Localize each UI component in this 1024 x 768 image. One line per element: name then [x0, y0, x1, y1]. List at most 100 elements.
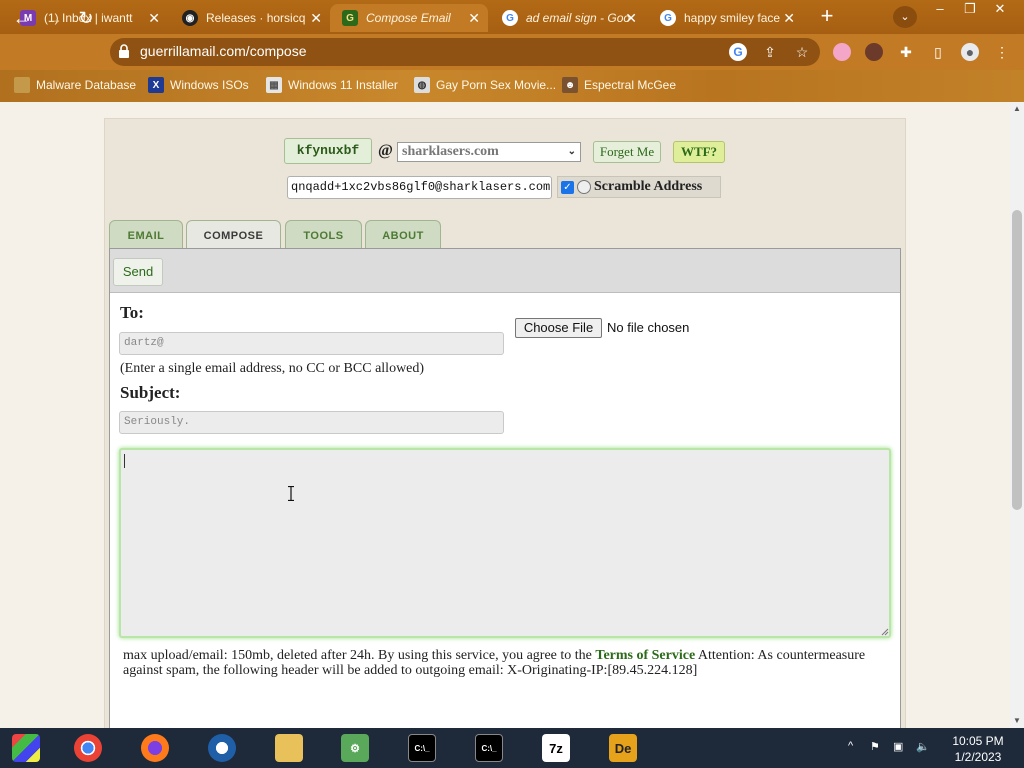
send-toolbar	[110, 249, 900, 293]
reload-icon[interactable]: ↻	[74, 7, 98, 29]
scramble-checkbox[interactable]: ✓	[561, 180, 574, 194]
windows-logo-icon	[12, 734, 40, 762]
network-users-icon: ⚙	[341, 734, 369, 762]
chrome-icon	[74, 734, 102, 762]
domain-value: sharklasers.com	[402, 144, 499, 159]
bookmark-label: Gay Porn Sex Movie...	[436, 78, 557, 92]
google-icon: G	[660, 10, 676, 26]
system-clock[interactable]: 10:05 PM 1/2/2023	[940, 733, 1016, 765]
flag-icon[interactable]: ⚑	[870, 740, 880, 753]
tab-github[interactable]: ◉ Releases · horsicq ✕	[170, 4, 330, 32]
url-text: guerrillamail.com/compose	[140, 43, 307, 59]
back-icon[interactable]: ←	[10, 7, 34, 29]
share-icon[interactable]: ⇪	[761, 43, 779, 61]
taskbar-7zip[interactable]: 7z	[538, 731, 574, 765]
send-button[interactable]: Send	[113, 258, 163, 286]
taskbar-detect-it-easy[interactable]: De	[605, 731, 641, 765]
google-icon: G	[502, 10, 518, 26]
full-address-field[interactable]: qnqadd+1xc2vbs86glf0@sharklasers.com	[287, 176, 552, 199]
no-file-chosen-text: No file chosen	[607, 320, 690, 335]
bookmark-espectral-mcgee[interactable]: ☻ Espectral McGee	[562, 76, 676, 94]
scramble-label: Scramble Address	[594, 179, 703, 194]
taskbar-network-app[interactable]: ⚙	[337, 731, 373, 765]
bookmark-malware-database[interactable]: Malware Database	[14, 76, 136, 94]
obama-logo-icon	[208, 734, 236, 762]
scramble-address-toggle[interactable]: ✓ Scramble Address	[557, 176, 721, 198]
volume-icon[interactable]: 🔈	[916, 740, 930, 753]
username-button[interactable]: kfynuxbf	[284, 138, 372, 164]
close-tab-icon[interactable]: ✕	[783, 10, 795, 27]
7zip-icon: 7z	[542, 734, 570, 762]
message-body-textarea[interactable]	[119, 448, 891, 638]
footer-text: max upload/email: 150mb, deleted after 2…	[123, 648, 592, 663]
folder-icon	[275, 734, 303, 762]
network-icon[interactable]: ▣	[893, 740, 903, 753]
bookmark-windows-isos[interactable]: X Windows ISOs	[148, 76, 249, 94]
tab-title: ad email sign - Goo	[526, 11, 631, 25]
tab-title: Releases · horsicq	[206, 11, 306, 25]
extension-flag-icon[interactable]	[833, 43, 851, 61]
tab-google-search[interactable]: G ad email sign - Goo ✕	[490, 4, 645, 32]
close-tab-icon[interactable]: ✕	[310, 10, 322, 27]
subject-input[interactable]: Seriously.	[119, 411, 504, 434]
restore-icon[interactable]: ❐	[955, 0, 985, 18]
tab-search-icon[interactable]: ⌄	[893, 6, 917, 28]
taskbar-firefox[interactable]	[137, 731, 173, 765]
bookmark-star-icon[interactable]: ☆	[793, 43, 811, 61]
domain-select[interactable]: sharklasers.com ⌄	[397, 142, 581, 162]
choose-file-button[interactable]: Choose File	[515, 318, 602, 338]
extension-avatar-icon[interactable]	[865, 43, 883, 61]
forward-icon[interactable]: →	[42, 7, 66, 29]
text-caret	[124, 454, 125, 468]
resize-handle-icon[interactable]	[881, 628, 889, 636]
bookmark-label: Windows 11 Installer	[288, 78, 398, 92]
bookmark-label: Windows ISOs	[170, 78, 249, 92]
taskbar-obama-app[interactable]	[204, 731, 240, 765]
lock-icon	[119, 44, 129, 58]
bookmark-gay-porn-sex-movie[interactable]: ◍ Gay Porn Sex Movie...	[414, 76, 556, 94]
new-tab-button[interactable]: +	[815, 5, 839, 29]
tab-compose[interactable]: COMPOSE	[186, 220, 281, 250]
extensions-puzzle-icon[interactable]: ✚	[897, 43, 915, 61]
tab-compose-email[interactable]: G Compose Email ✕	[330, 4, 488, 32]
guerrillamail-icon: G	[342, 10, 358, 26]
subject-label: Subject:	[120, 383, 181, 402]
close-tab-icon[interactable]: ✕	[468, 10, 480, 27]
wtf-button[interactable]: WTF?	[673, 141, 725, 163]
tab-google-images[interactable]: G happy smiley face ✕	[648, 4, 803, 32]
menu-kebab-icon[interactable]: ⋮	[993, 43, 1011, 61]
terms-of-service-link[interactable]: Terms of Service	[595, 648, 695, 663]
to-input[interactable]: dartz@	[119, 332, 504, 355]
close-tab-icon[interactable]: ✕	[625, 10, 637, 27]
at-sign: @	[378, 142, 393, 159]
taskbar-cmd-2[interactable]: C:\_	[471, 731, 507, 765]
taskbar-chrome[interactable]	[70, 731, 106, 765]
google-lens-icon[interactable]: G	[729, 43, 747, 61]
close-window-icon[interactable]: ✕	[985, 0, 1015, 18]
taskbar-cmd-1[interactable]: C:\_	[404, 731, 440, 765]
start-button[interactable]	[8, 731, 44, 765]
profile-icon[interactable]: ●	[961, 43, 979, 61]
clock-date: 1/2/2023	[954, 750, 1002, 764]
scroll-down-icon[interactable]: ▼	[1012, 716, 1022, 725]
tab-email[interactable]: EMAIL	[109, 220, 183, 249]
tab-tools[interactable]: TOOLS	[285, 220, 362, 249]
side-panel-icon[interactable]: ▯	[929, 43, 947, 61]
close-tab-icon[interactable]: ✕	[148, 10, 160, 27]
tray-chevron-icon[interactable]: ^	[848, 740, 853, 752]
terminal-icon: C:\_	[408, 734, 436, 762]
forget-me-button[interactable]: Forget Me	[593, 141, 661, 163]
minimize-icon[interactable]: –	[925, 0, 955, 18]
avatar-icon: ☻	[562, 77, 578, 93]
scrollbar-thumb[interactable]	[1012, 210, 1022, 510]
to-hint: (Enter a single email address, no CC or …	[120, 361, 425, 376]
image-icon: ▦	[266, 77, 282, 93]
chevron-down-icon: ⌄	[567, 146, 576, 157]
bookmark-windows-11-installer[interactable]: ▦ Windows 11 Installer	[266, 76, 398, 94]
tab-title: happy smiley face	[684, 11, 781, 25]
die-icon: De	[609, 734, 637, 762]
tab-about[interactable]: ABOUT	[365, 220, 441, 249]
taskbar-file-explorer[interactable]	[271, 731, 307, 765]
scroll-up-icon[interactable]: ▲	[1012, 104, 1022, 113]
terminal-icon: C:\_	[475, 734, 503, 762]
